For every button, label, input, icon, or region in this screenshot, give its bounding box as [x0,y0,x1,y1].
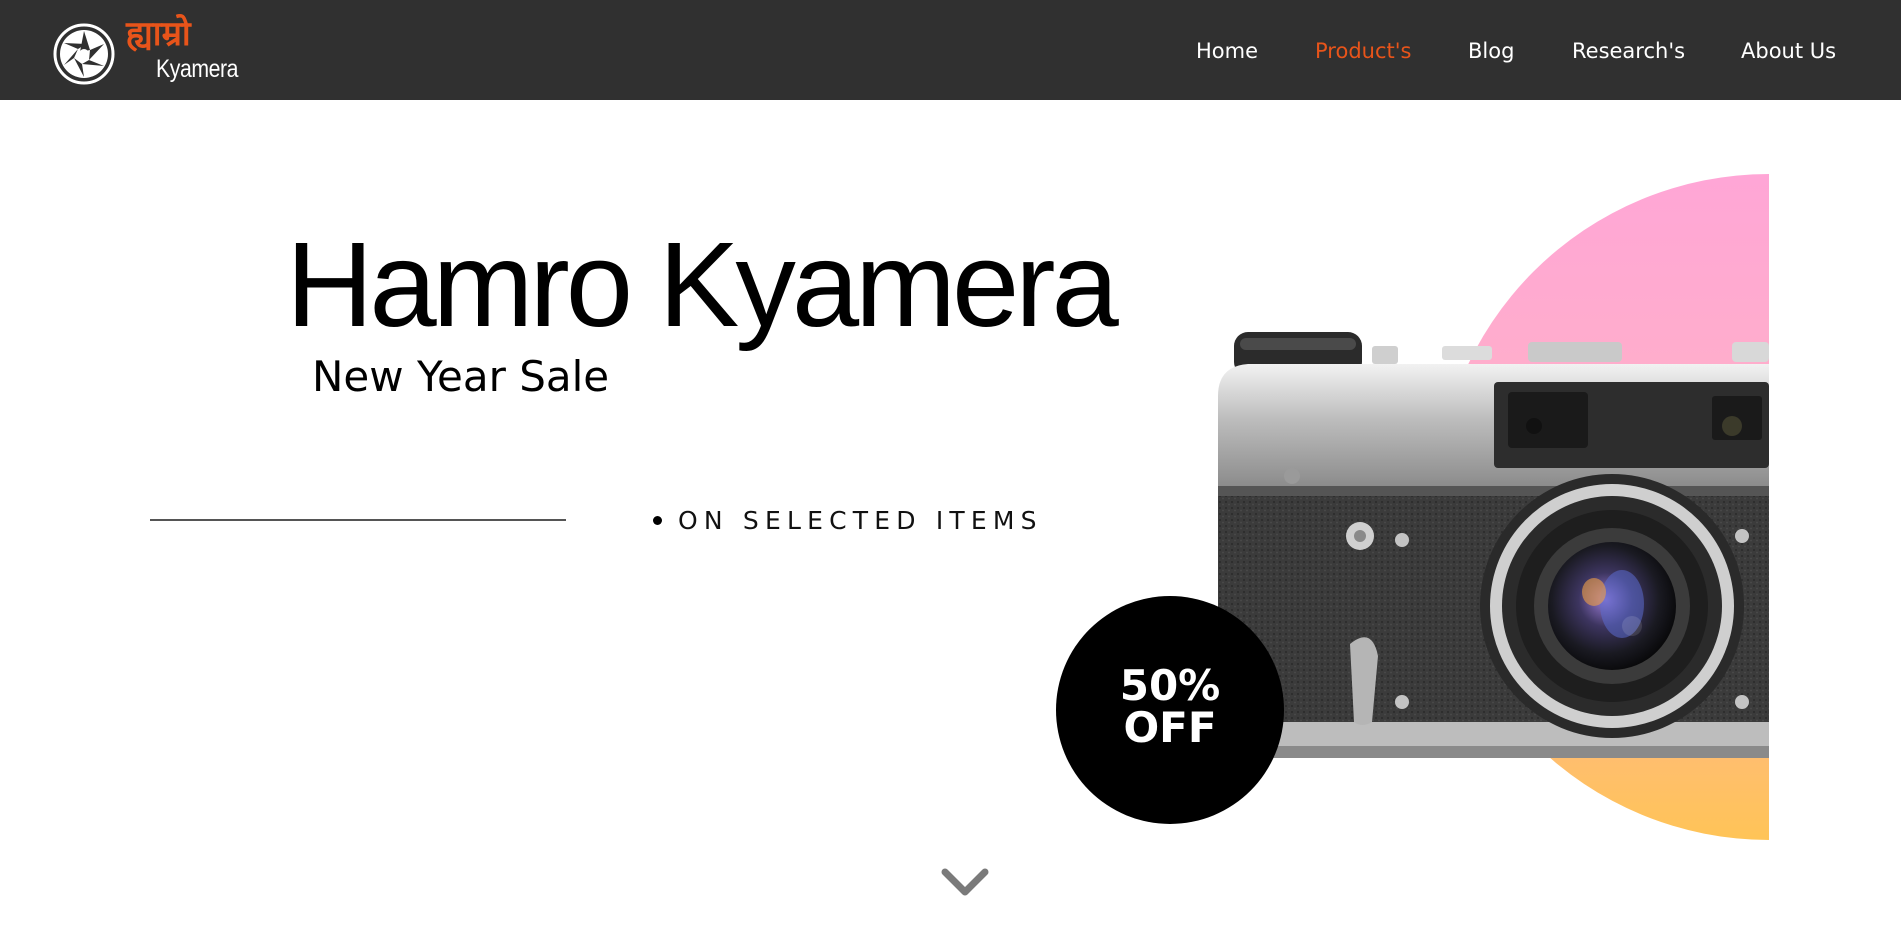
sale-badge-off: OFF [1123,703,1217,752]
nav-products[interactable]: Product's [1315,36,1411,66]
sale-badge: 50% OFF [1056,596,1284,824]
camera-aperture-icon [53,23,115,85]
camera-image [1218,332,1769,758]
site-header: ह्याम्रो Kyamera Home Product's Blog Res… [0,0,1901,100]
nav-about-us[interactable]: About Us [1741,36,1836,66]
chevron-down-icon[interactable] [941,866,989,898]
logo-wordmark: Kyamera [156,55,239,83]
nav-home[interactable]: Home [1196,36,1258,66]
logo-devanagari-text: ह्याम्रो [126,14,191,54]
sale-badge-percent: 50% [1119,661,1221,710]
nav-blog[interactable]: Blog [1468,36,1514,66]
site-logo[interactable]: ह्याम्रो Kyamera [52,14,252,86]
bullet-dot [653,516,662,525]
divider-line [150,519,566,521]
hero-subtitle: New Year Sale [312,352,610,401]
hero-tagline: ON SELECTED ITEMS [678,506,1043,535]
nav-research[interactable]: Research's [1572,36,1685,66]
hero-title: Hamro Kyamera [286,216,1119,352]
